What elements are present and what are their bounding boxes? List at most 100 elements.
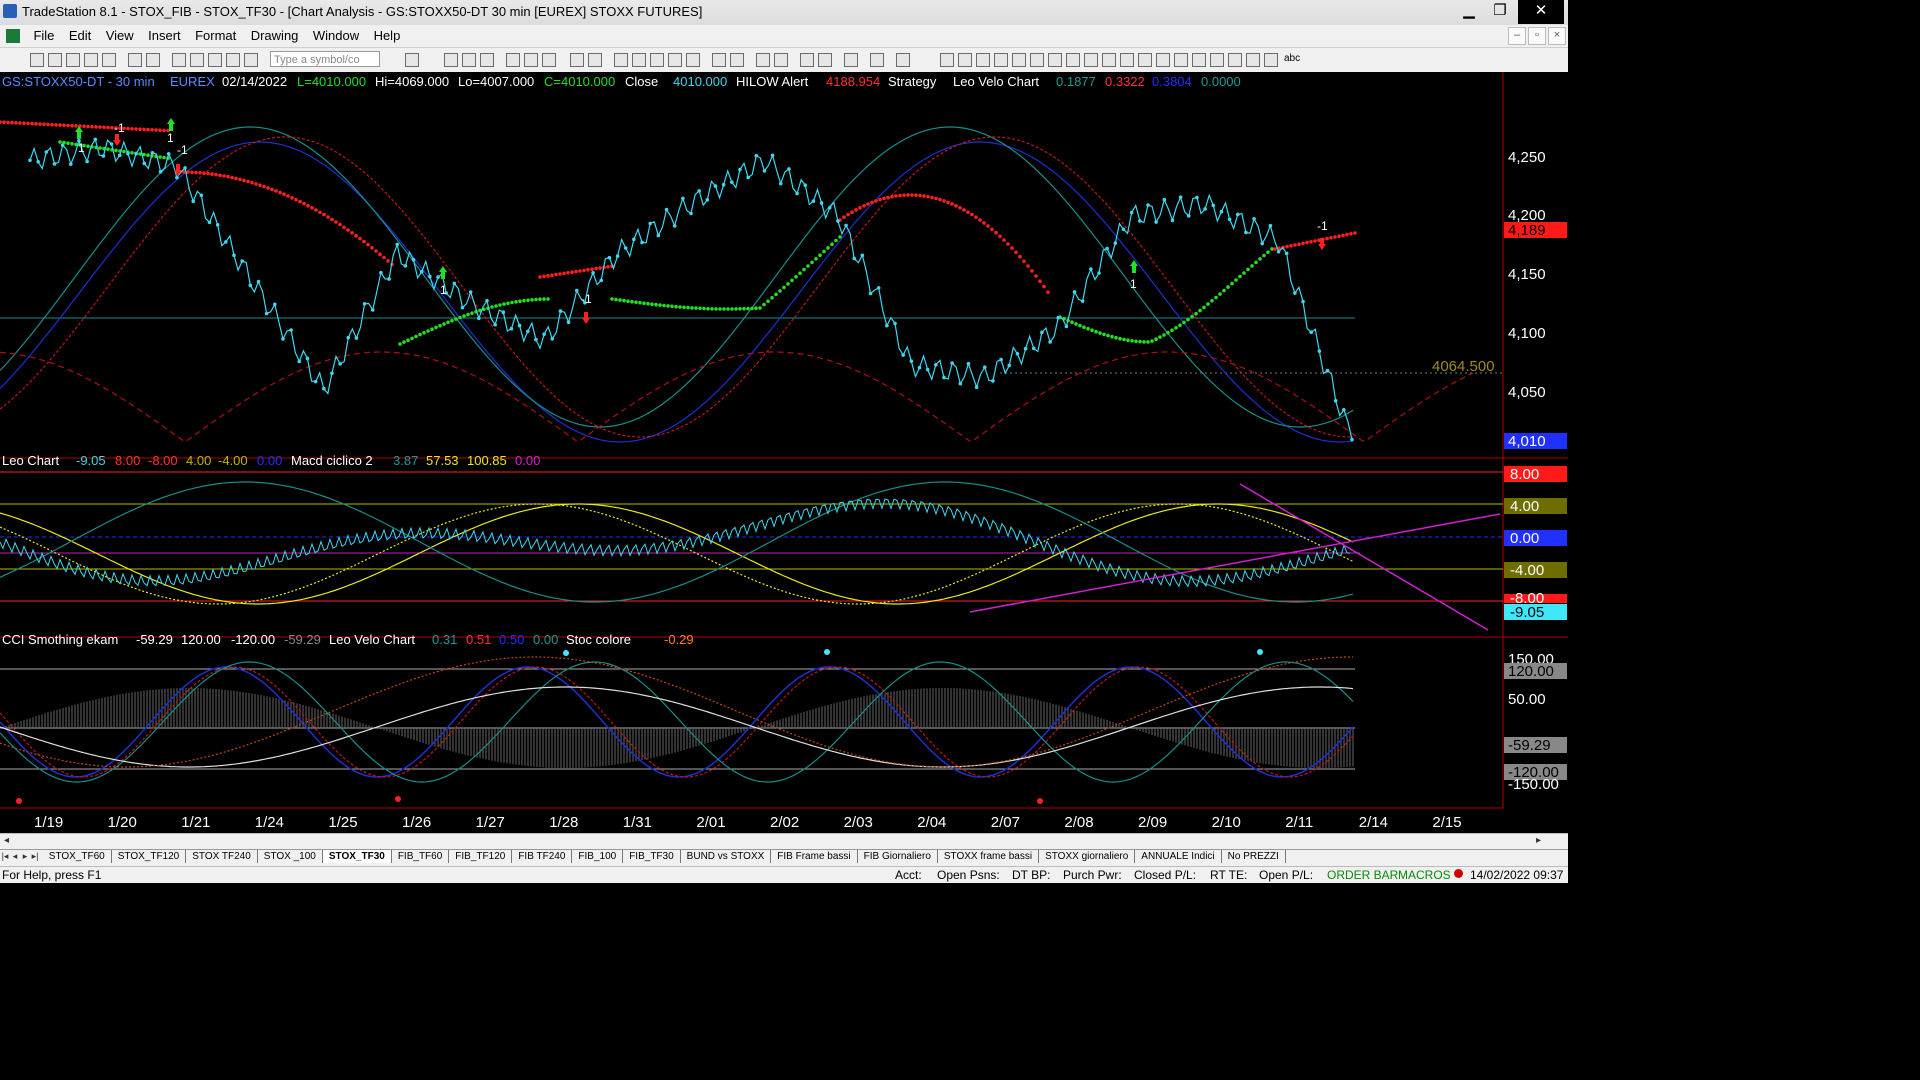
arrow-down-icon[interactable] xyxy=(1210,53,1224,67)
strategy-icon[interactable] xyxy=(588,53,602,67)
interval-icon[interactable] xyxy=(614,53,628,67)
compress-icon[interactable] xyxy=(712,53,726,67)
menu-view[interactable]: View xyxy=(101,25,139,43)
tab-item[interactable]: FIB Frame bassi xyxy=(771,850,858,863)
regression-icon[interactable] xyxy=(1084,53,1098,67)
scroll-right-icon[interactable]: ▸ xyxy=(1536,835,1541,846)
magenta-trendline-down[interactable] xyxy=(1239,483,1489,631)
chart-window-icon[interactable] xyxy=(444,53,458,67)
menu-insert[interactable]: Insert xyxy=(143,25,186,43)
tab-item[interactable]: FIB Giornaliero xyxy=(858,850,938,863)
new-icon[interactable] xyxy=(30,53,44,67)
chart-canvas[interactable]: -1 1 1 -1 1 -1 1 -1 GS:STOXX50-DT - 30 m… xyxy=(0,72,1568,833)
speed-line-icon[interactable] xyxy=(1030,53,1044,67)
pen-icon[interactable] xyxy=(1174,53,1188,67)
vertical-line-icon[interactable] xyxy=(958,53,972,67)
zoom-out-icon[interactable] xyxy=(774,53,788,67)
line-icon[interactable] xyxy=(542,53,556,67)
data-icon[interactable] xyxy=(650,53,664,67)
text-tool-label[interactable]: abc xyxy=(1284,53,1300,64)
folder-icon[interactable] xyxy=(102,53,116,67)
minimize-button[interactable]: ▁ xyxy=(1452,0,1486,24)
rectangle-icon[interactable] xyxy=(1264,53,1278,67)
menu-file[interactable]: File xyxy=(28,25,59,43)
arrow-up-icon[interactable] xyxy=(1228,53,1242,67)
tab-item[interactable]: BUND vs STOXX xyxy=(681,850,772,863)
fib-icon[interactable] xyxy=(994,53,1008,67)
trendline-icon[interactable] xyxy=(940,53,954,67)
chart-analysis-window[interactable]: -1 1 1 -1 1 -1 1 -1 GS:STOXX50-DT - 30 m… xyxy=(0,72,1568,833)
andrews-icon[interactable] xyxy=(1066,53,1080,67)
workspace-icon[interactable] xyxy=(84,53,98,67)
candle-icon[interactable] xyxy=(524,53,538,67)
ruler-icon[interactable] xyxy=(1102,53,1116,67)
scroll-left-icon[interactable]: ◂ xyxy=(4,835,9,846)
tab-item[interactable]: FIB_TF60 xyxy=(392,850,450,863)
bars-right-icon[interactable] xyxy=(686,53,700,67)
tab-item[interactable]: STOX _100 xyxy=(258,850,323,863)
open-icon[interactable] xyxy=(48,53,62,67)
bar-icon[interactable] xyxy=(506,53,520,67)
radar-icon[interactable] xyxy=(462,53,476,67)
close-button[interactable]: ✕ xyxy=(1518,0,1564,24)
tab-item[interactable]: STOXX frame bassi xyxy=(938,850,1040,863)
indicator-icon[interactable] xyxy=(570,53,584,67)
macros-button[interactable]: MACROS xyxy=(1398,868,1451,882)
order-icon[interactable] xyxy=(870,53,884,67)
symbol-input[interactable]: Type a symbol/co xyxy=(270,51,380,67)
menu-window[interactable]: Window xyxy=(308,25,364,43)
order-bar-button[interactable]: ORDER BAR xyxy=(1327,868,1398,882)
tab-last-icon[interactable]: ▸| xyxy=(30,851,40,862)
pointer-icon[interactable] xyxy=(800,53,814,67)
tab-item[interactable]: STOX_TF60 xyxy=(43,850,112,863)
menu-format[interactable]: Format xyxy=(190,25,241,43)
lock-icon[interactable] xyxy=(208,53,222,67)
copy-icon[interactable] xyxy=(190,53,204,67)
print-preview-icon[interactable] xyxy=(146,53,160,67)
symbol-lookup-icon[interactable] xyxy=(405,53,419,67)
grid-icon[interactable] xyxy=(480,53,494,67)
zoom-in-icon[interactable] xyxy=(756,53,770,67)
tab-item[interactable]: STOXX giornaliero xyxy=(1039,850,1136,863)
tab-item[interactable]: STOX_TF120 xyxy=(112,850,187,863)
tab-item[interactable]: STOX TF240 xyxy=(186,850,258,863)
doc-restore-icon[interactable]: ▫ xyxy=(1528,27,1546,45)
restore-button[interactable]: ❐ xyxy=(1483,0,1517,24)
tab-item[interactable]: ANNUALE Indici xyxy=(1135,850,1222,863)
tab-item[interactable]: FIB_TF30 xyxy=(623,850,681,863)
print-icon[interactable] xyxy=(128,53,142,67)
format-icon[interactable] xyxy=(632,53,646,67)
paste-icon[interactable] xyxy=(244,53,258,67)
cycle-icon[interactable] xyxy=(1138,53,1152,67)
freehand-icon[interactable] xyxy=(1192,53,1206,67)
doc-close-icon[interactable]: × xyxy=(1548,27,1566,45)
menu-edit[interactable]: Edit xyxy=(64,25,96,43)
tab-item[interactable]: FIB_TF120 xyxy=(449,850,513,863)
tab-item[interactable]: STOX_TF30 xyxy=(322,850,392,863)
crosshair-icon[interactable] xyxy=(818,53,832,67)
tools-icon[interactable] xyxy=(844,53,858,67)
horizontal-scrollbar[interactable]: ◂ ▸ xyxy=(0,833,1568,850)
bars-left-icon[interactable] xyxy=(668,53,682,67)
time-zone-icon[interactable] xyxy=(1120,53,1134,67)
channel-icon[interactable] xyxy=(1012,53,1026,67)
tab-prev-icon[interactable]: ◂ xyxy=(10,851,20,862)
tab-item[interactable]: No PREZZI xyxy=(1222,850,1286,863)
doc-minimize-icon[interactable]: – xyxy=(1508,27,1526,45)
save-icon[interactable] xyxy=(66,53,80,67)
magenta-trendline-up[interactable] xyxy=(969,513,1501,613)
cut-icon[interactable] xyxy=(172,53,186,67)
alert-icon[interactable] xyxy=(896,53,910,67)
arc-icon[interactable] xyxy=(1156,53,1170,67)
document-icon[interactable] xyxy=(6,28,20,43)
ellipse-icon[interactable] xyxy=(1246,53,1260,67)
tab-first-icon[interactable]: |◂ xyxy=(0,851,10,862)
menu-help[interactable]: Help xyxy=(369,25,406,43)
calc-icon[interactable] xyxy=(226,53,240,67)
menu-drawing[interactable]: Drawing xyxy=(246,25,304,43)
tab-item[interactable]: FIB_100 xyxy=(572,850,624,863)
gann-icon[interactable] xyxy=(1048,53,1062,67)
tab-item[interactable]: FIB TF240 xyxy=(512,850,573,863)
horizontal-line-icon[interactable] xyxy=(976,53,990,67)
expand-icon[interactable] xyxy=(730,53,744,67)
